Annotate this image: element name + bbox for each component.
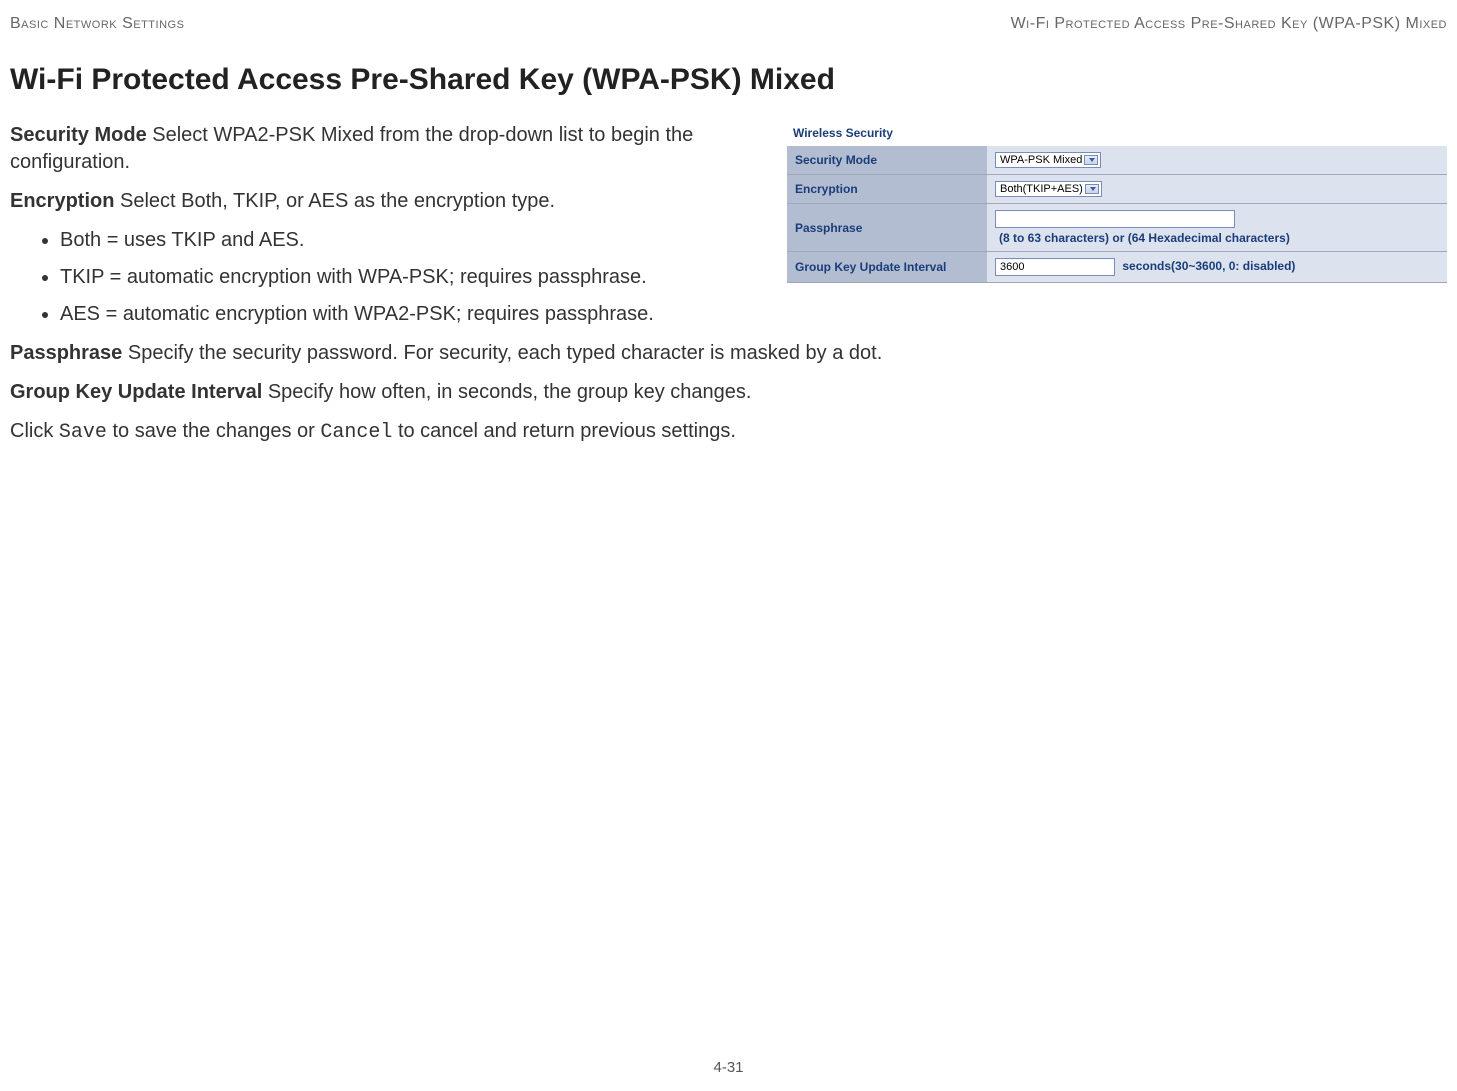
encryption-value: Both(TKIP+AES) — [1000, 183, 1083, 195]
value-group-key: 3600 seconds(30~3600, 0: disabled) — [987, 252, 1447, 283]
header-left: Basic Network Settings — [10, 15, 184, 33]
label-security-mode: Security Mode — [787, 146, 987, 175]
content-area: Wireless Security Security Mode WPA-PSK … — [10, 122, 1447, 458]
para-passphrase: Passphrase Specify the security password… — [10, 340, 1447, 367]
row-group-key: Group Key Update Interval 3600 seconds(3… — [787, 252, 1447, 283]
encryption-term: Encryption — [10, 190, 114, 212]
passphrase-term: Passphrase — [10, 342, 122, 364]
value-passphrase: (8 to 63 characters) or (64 Hexadecimal … — [987, 204, 1447, 252]
footer-cancel: Cancel — [320, 421, 392, 444]
para-group-key: Group Key Update Interval Specify how of… — [10, 379, 1447, 406]
label-passphrase: Passphrase — [787, 204, 987, 252]
footer-prefix: Click — [10, 420, 59, 442]
para-footer: Click Save to save the changes or Cancel… — [10, 418, 1447, 446]
page-number: 4-31 — [713, 1059, 743, 1076]
security-mode-term: Security Mode — [10, 124, 147, 146]
chevron-down-icon — [1089, 158, 1095, 162]
label-encryption: Encryption — [787, 175, 987, 204]
label-group-key: Group Key Update Interval — [787, 252, 987, 283]
passphrase-input[interactable] — [995, 210, 1235, 228]
bullet-aes: AES = automatic encryption with WPA2-PSK… — [60, 301, 1447, 328]
value-encryption: Both(TKIP+AES) — [987, 175, 1447, 204]
security-mode-value: WPA-PSK Mixed — [1000, 154, 1082, 166]
page-title: Wi-Fi Protected Access Pre-Shared Key (W… — [10, 63, 1447, 97]
footer-save: Save — [59, 421, 107, 444]
wireless-security-panel: Wireless Security Security Mode WPA-PSK … — [787, 122, 1447, 283]
passphrase-desc: Specify the security password. For secur… — [122, 342, 882, 364]
footer-mid: to save the changes or — [107, 420, 320, 442]
row-passphrase: Passphrase (8 to 63 characters) or (64 H… — [787, 204, 1447, 252]
encryption-desc: Select Both, TKIP, or AES as the encrypt… — [114, 190, 555, 212]
group-key-input[interactable]: 3600 — [995, 258, 1115, 276]
group-key-hint: seconds(30~3600, 0: disabled) — [1122, 259, 1295, 273]
panel-heading: Wireless Security — [787, 122, 1447, 146]
config-table: Security Mode WPA-PSK Mixed Encryption B… — [787, 146, 1447, 283]
page-header: Basic Network Settings Wi-Fi Protected A… — [10, 15, 1447, 33]
security-mode-dropdown[interactable]: WPA-PSK Mixed — [995, 152, 1101, 168]
row-encryption: Encryption Both(TKIP+AES) — [787, 175, 1447, 204]
group-key-desc: Specify how often, in seconds, the group… — [262, 381, 751, 403]
footer-suffix: to cancel and return previous settings. — [392, 420, 736, 442]
encryption-dropdown[interactable]: Both(TKIP+AES) — [995, 181, 1102, 197]
chevron-down-icon — [1090, 187, 1096, 191]
group-key-term: Group Key Update Interval — [10, 381, 262, 403]
passphrase-hint: (8 to 63 characters) or (64 Hexadecimal … — [999, 231, 1439, 245]
value-security-mode: WPA-PSK Mixed — [987, 146, 1447, 175]
row-security-mode: Security Mode WPA-PSK Mixed — [787, 146, 1447, 175]
header-right: Wi-Fi Protected Access Pre-Shared Key (W… — [1011, 15, 1447, 33]
